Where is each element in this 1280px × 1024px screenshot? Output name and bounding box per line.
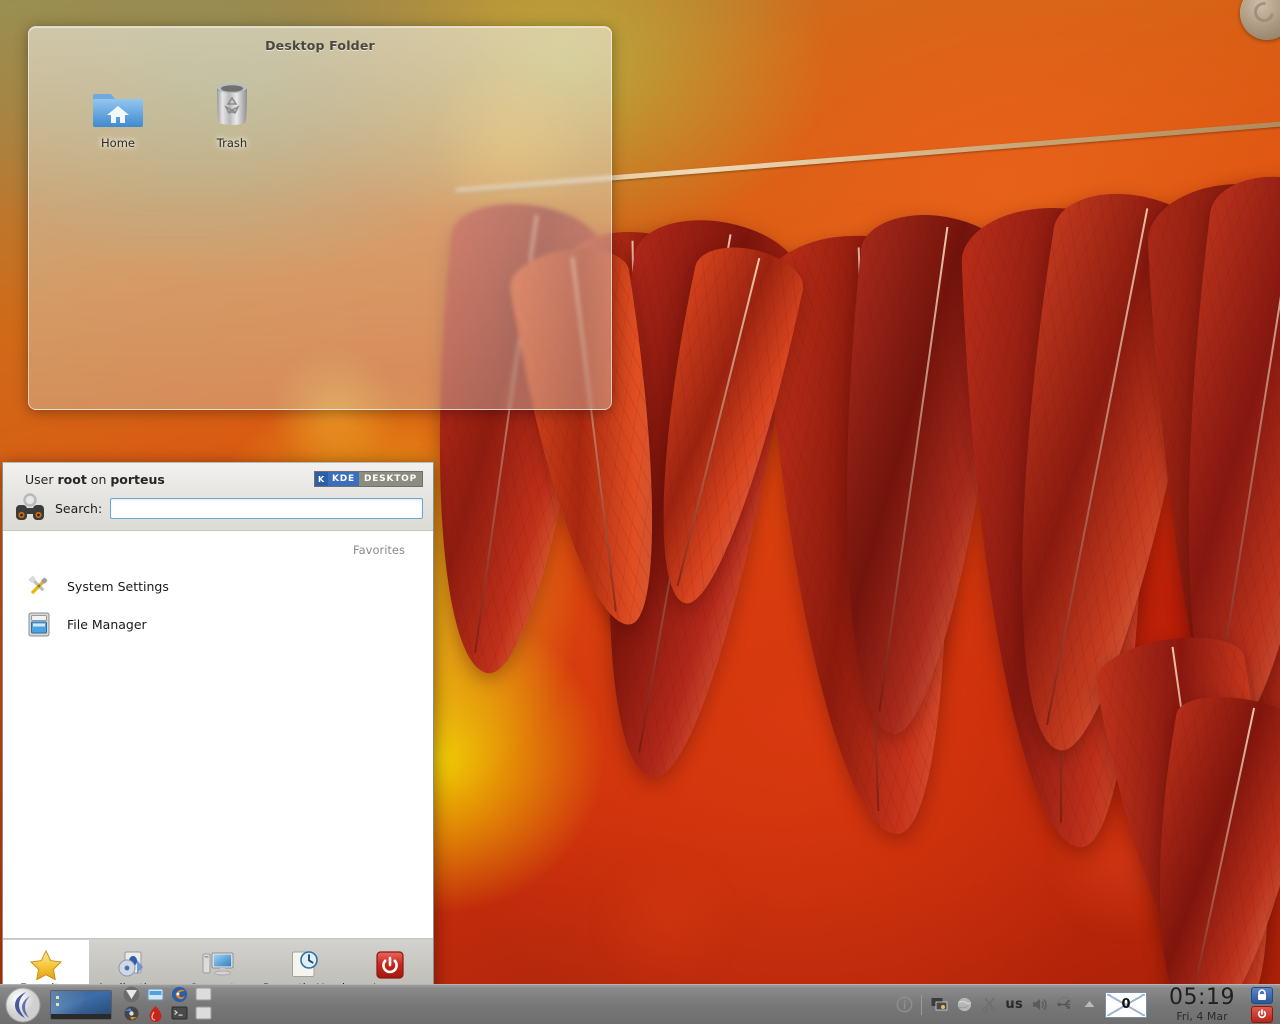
kickoff-application-launcher[interactable]: User root on porteus K KDE DESKTOP Searc… — [2, 462, 434, 1002]
quicklaunch-window[interactable] — [192, 986, 214, 1004]
system-tray: us 0 05:19 Fri, 4 Mar — [895, 986, 1280, 1023]
quicklaunch-terminal[interactable] — [168, 1005, 190, 1023]
kde-launcher-icon — [5, 987, 41, 1022]
user-prefix: User — [25, 471, 54, 487]
lock-icon — [1258, 989, 1266, 1000]
desktop[interactable]: Desktop Folder Home Trash User root on p… — [0, 0, 1280, 1024]
power-icon — [1257, 1009, 1267, 1019]
desktop-icon-trash[interactable]: Trash — [189, 75, 275, 150]
info-icon[interactable] — [895, 996, 913, 1014]
quicklaunch-window-2[interactable] — [192, 1005, 214, 1023]
leave-power-icon — [375, 946, 405, 980]
trash-icon — [189, 75, 275, 129]
kickoff-search-row: Search: — [13, 493, 423, 523]
favorites-list: System Settings File Manager — [3, 557, 433, 643]
user-name: root — [57, 471, 87, 487]
digital-clock[interactable]: 05:19 Fri, 4 Mar — [1160, 985, 1244, 1023]
application-launcher-button[interactable] — [0, 985, 46, 1024]
shutdown-button[interactable] — [1251, 1005, 1273, 1023]
cashew-swirl-icon — [1250, 0, 1278, 26]
computer-icon — [202, 946, 234, 980]
kde-badge-kde: KDE — [327, 472, 359, 486]
quicklaunch-k3b[interactable] — [144, 1005, 166, 1023]
expand-arrow-icon[interactable] — [1080, 996, 1098, 1014]
search-label: Search: — [55, 500, 103, 516]
quicklaunch-firefox[interactable] — [168, 986, 190, 1004]
system-settings-icon — [25, 572, 53, 600]
quicklaunch-file-manager[interactable] — [144, 986, 166, 1004]
mail-notification-widget[interactable]: 0 — [1105, 991, 1147, 1018]
scissors-icon[interactable] — [980, 996, 998, 1014]
clock-time: 05:19 — [1169, 985, 1235, 1010]
binoculars-search-icon — [16, 493, 44, 520]
volume-icon[interactable] — [1030, 996, 1048, 1014]
recently-used-icon — [288, 946, 320, 980]
favorite-item-file-manager[interactable]: File Manager — [3, 605, 433, 643]
kickoff-user-text: User root on porteus — [13, 472, 165, 487]
kickoff-user-line: User root on porteus K KDE DESKTOP — [13, 469, 423, 489]
home-folder-icon — [75, 75, 161, 129]
taskbar-panel: us 0 05:19 Fri, 4 Mar — [0, 984, 1280, 1024]
kde-badge-desktop: DESKTOP — [358, 472, 422, 486]
systray-divider — [921, 994, 923, 1015]
quick-launch-area — [120, 985, 216, 1024]
applications-icon — [116, 946, 148, 980]
desktop-icon-trash-label: Trash — [216, 136, 248, 150]
kickoff-content-pane: Favorites System Settings File Manager — [3, 531, 433, 939]
user-middle: on — [90, 471, 107, 487]
favorites-section-caption: Favorites — [353, 543, 405, 557]
pager-widget[interactable] — [50, 989, 112, 1020]
pager-dot — [56, 995, 59, 999]
display-icon[interactable] — [930, 996, 948, 1014]
desktop-folder-title: Desktop Folder — [265, 38, 375, 53]
session-buttons — [1251, 986, 1276, 1023]
star-icon — [30, 946, 62, 980]
kde-desktop-badge: K KDE DESKTOP — [313, 471, 423, 487]
host-name: porteus — [110, 471, 165, 487]
globe-icon[interactable] — [955, 996, 973, 1014]
usb-icon[interactable] — [1055, 996, 1073, 1014]
quicklaunch-multimedia[interactable] — [120, 1005, 142, 1023]
pager-strip — [51, 1013, 111, 1019]
pager-dot — [56, 1002, 59, 1006]
clock-date: Fri, 4 Mar — [1176, 1010, 1228, 1023]
favorite-label-system-settings: System Settings — [67, 578, 169, 594]
desktop-folder-widget[interactable]: Desktop Folder Home Trash — [28, 26, 612, 410]
desktop-icon-home-label: Home — [101, 136, 135, 150]
quicklaunch-amarok[interactable] — [120, 986, 142, 1004]
lock-screen-button[interactable] — [1251, 986, 1273, 1004]
search-input[interactable] — [110, 497, 423, 519]
file-manager-icon — [25, 610, 53, 638]
kickoff-header: User root on porteus K KDE DESKTOP Searc… — [3, 463, 433, 531]
desktop-icon-home[interactable]: Home — [75, 75, 161, 150]
favorite-item-system-settings[interactable]: System Settings — [3, 567, 433, 605]
keyboard-layout-indicator[interactable]: us — [1005, 997, 1023, 1012]
mail-count: 0 — [1121, 997, 1131, 1012]
favorite-label-file-manager: File Manager — [67, 616, 147, 632]
desktop-folder-icon-grid: Home Trash — [29, 53, 611, 150]
kde-k-logo-icon: K — [314, 472, 328, 486]
